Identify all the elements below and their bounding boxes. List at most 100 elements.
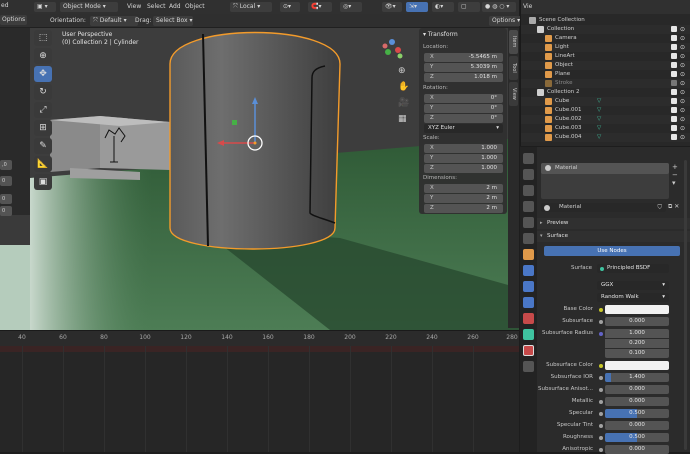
view-layer-tab-icon[interactable] <box>523 201 534 212</box>
right-menu-fragment[interactable]: Vie <box>523 2 532 12</box>
editor-type-button[interactable]: ▣ ▾ <box>34 2 56 12</box>
annotate-tool[interactable]: ✎ <box>34 138 52 154</box>
rotate-tool[interactable]: ↻ <box>34 84 52 100</box>
subsurface-anisotropy-field[interactable]: 0.000 <box>605 385 669 394</box>
proportional-edit-button[interactable]: ◎▾ <box>340 2 362 12</box>
grid-icon[interactable]: ▦ <box>398 114 407 124</box>
surface-section[interactable]: Surface <box>537 231 690 242</box>
tab-item[interactable]: Item <box>509 30 518 54</box>
cursor-tool[interactable]: ⊕ <box>34 48 52 64</box>
zoom-icon[interactable]: ⊕ <box>398 66 406 76</box>
use-nodes-button[interactable]: Use Nodes <box>544 246 680 256</box>
modifier-tab-icon[interactable] <box>523 265 534 276</box>
rotation-x-field[interactable]: X 0° <box>424 94 503 103</box>
rotation-mode-dropdown[interactable]: XYZ Euler ▾ <box>424 124 503 133</box>
outliner-row[interactable]: Cube.002 ▽ ⊙ <box>521 115 690 124</box>
scale-tool[interactable]: ⤢ <box>34 102 52 118</box>
outliner-row[interactable]: Stroke ⊙ <box>521 79 690 88</box>
location-z-field[interactable]: Z 1.018 m <box>424 73 503 82</box>
subsurface-radius-x-field[interactable]: 1.000 <box>605 329 669 338</box>
outliner-row[interactable]: Light ⊙ <box>521 43 690 52</box>
left-field-4[interactable]: 0 <box>0 206 12 216</box>
scale-x-field[interactable]: X 1.000 <box>424 144 503 153</box>
remove-slot-icon[interactable]: − <box>672 171 684 179</box>
material-tab-icon[interactable] <box>523 345 534 356</box>
specular-field[interactable]: 0.500 <box>605 409 669 418</box>
outliner-row[interactable]: Plane ⊙ <box>521 70 690 79</box>
add-cube-tool[interactable]: ▣ <box>34 174 52 190</box>
distribution-dropdown[interactable]: GGX ▾ <box>597 281 669 290</box>
slot-menu-icon[interactable]: ▾ <box>672 179 684 187</box>
copy-icon[interactable]: ⧉ <box>668 203 672 210</box>
transform-tool[interactable]: ⊞ <box>34 120 52 136</box>
material-name-field[interactable]: Material <box>559 203 581 212</box>
fake-user-icon[interactable]: ⛉ <box>657 203 662 212</box>
select-box-tool[interactable]: ⬚ <box>34 30 52 46</box>
roughness-field[interactable]: 0.500 <box>605 433 669 442</box>
location-x-field[interactable]: X -5.5465 m <box>424 53 503 62</box>
transform-title[interactable]: ▾ Transform <box>423 31 458 38</box>
preview-section[interactable]: Preview <box>537 218 690 229</box>
outliner-scene-collection[interactable]: Scene Collection <box>521 16 690 25</box>
gizmo-toggle-button[interactable]: ⇲▾ <box>406 2 428 12</box>
timeline-area[interactable] <box>0 346 519 452</box>
transform-orientation-dropdown[interactable]: ⤧ Local ▾ <box>230 2 272 12</box>
world-tab-icon[interactable] <box>523 233 534 244</box>
outliner-row[interactable]: Cube.003 ▽ ⊙ <box>521 124 690 133</box>
menu-object[interactable]: Object <box>185 2 205 12</box>
overlay-toggle-button[interactable]: ◐▾ <box>432 2 454 12</box>
snap-button[interactable]: 🧲▾ <box>308 2 332 12</box>
location-y-field[interactable]: Y 5.3039 m <box>424 63 503 72</box>
tab-view[interactable]: View <box>509 82 518 106</box>
options-button[interactable]: Options ▾ <box>489 16 524 26</box>
rotation-y-field[interactable]: Y 0° <box>424 104 503 113</box>
hand-icon[interactable]: ✋ <box>398 82 409 92</box>
outliner-row[interactable]: LineArt ⊙ <box>521 52 690 61</box>
menu-select[interactable]: Select <box>147 2 166 12</box>
drag-dropdown[interactable]: Select Box ▾ <box>153 16 193 26</box>
specular-tint-field[interactable]: 0.000 <box>605 421 669 430</box>
subsurface-ior-field[interactable]: 1.400 <box>605 373 669 382</box>
xray-toggle-button[interactable]: ▢ <box>458 2 480 12</box>
menu-view[interactable]: View <box>127 2 141 12</box>
scene-tab-icon[interactable] <box>523 217 534 228</box>
camera-view-icon[interactable]: 🎥 <box>398 98 409 108</box>
outliner-row[interactable]: Collection 2 ⊙ <box>521 88 690 97</box>
surface-shader-dropdown[interactable]: Principled BSDF <box>597 264 669 273</box>
add-slot-icon[interactable]: + <box>672 163 684 171</box>
left-field-2[interactable]: 0 <box>0 176 12 186</box>
material-slot-list[interactable]: Material <box>541 163 669 199</box>
move-tool[interactable]: ✥ <box>34 66 52 82</box>
outliner-row[interactable]: Object ⊙ <box>521 61 690 70</box>
outliner-row[interactable]: Cube.004 ▽ ⊙ <box>521 133 690 142</box>
measure-tool[interactable]: 📐 <box>34 156 52 172</box>
metallic-field[interactable]: 0.000 <box>605 397 669 406</box>
menu-add[interactable]: Add <box>169 2 181 12</box>
subsurface-color-swatch[interactable] <box>605 361 669 370</box>
base-color-swatch[interactable] <box>605 305 669 314</box>
rotation-z-field[interactable]: Z 0° <box>424 114 503 123</box>
mode-dropdown[interactable]: Object Mode ▾ <box>60 2 118 12</box>
tab-tool[interactable]: Tool <box>509 56 518 80</box>
outliner-row[interactable]: Cube.001 ▽ ⊙ <box>521 106 690 115</box>
material-browse-icon[interactable] <box>544 204 550 211</box>
unlink-icon[interactable]: ✕ <box>674 203 679 210</box>
shading-buttons[interactable]: ● ◍ ○ ▾ <box>482 2 516 12</box>
subsurface-field[interactable]: 0.000 <box>605 317 669 326</box>
outliner-row[interactable]: Camera ⊙ <box>521 34 690 43</box>
visibility-button[interactable]: 👁▾ <box>382 2 402 12</box>
orientation-dropdown[interactable]: ⤧ Default ▾ <box>90 16 138 26</box>
output-tab-icon[interactable] <box>523 185 534 196</box>
properties-scrollbar[interactable] <box>684 160 687 450</box>
pivot-button[interactable]: ⊙▾ <box>280 2 300 12</box>
outliner-row[interactable]: Collection ⊙ <box>521 25 690 34</box>
material-selector[interactable]: Material ⛉ <box>541 203 666 212</box>
scale-z-field[interactable]: Z 1.000 <box>424 164 503 173</box>
render-tab-icon[interactable] <box>523 169 534 180</box>
subsurface-method-dropdown[interactable]: Random Walk ▾ <box>597 293 669 302</box>
timeline-ruler[interactable]: 40 60 80 100 120 140 160 180 200 220 240… <box>0 330 519 346</box>
scale-y-field[interactable]: Y 1.000 <box>424 154 503 163</box>
dimensions-x-field[interactable]: X2 m <box>424 184 503 193</box>
subsurface-radius-z-field[interactable]: 0.100 <box>605 349 669 358</box>
particles-tab-icon[interactable] <box>523 281 534 292</box>
